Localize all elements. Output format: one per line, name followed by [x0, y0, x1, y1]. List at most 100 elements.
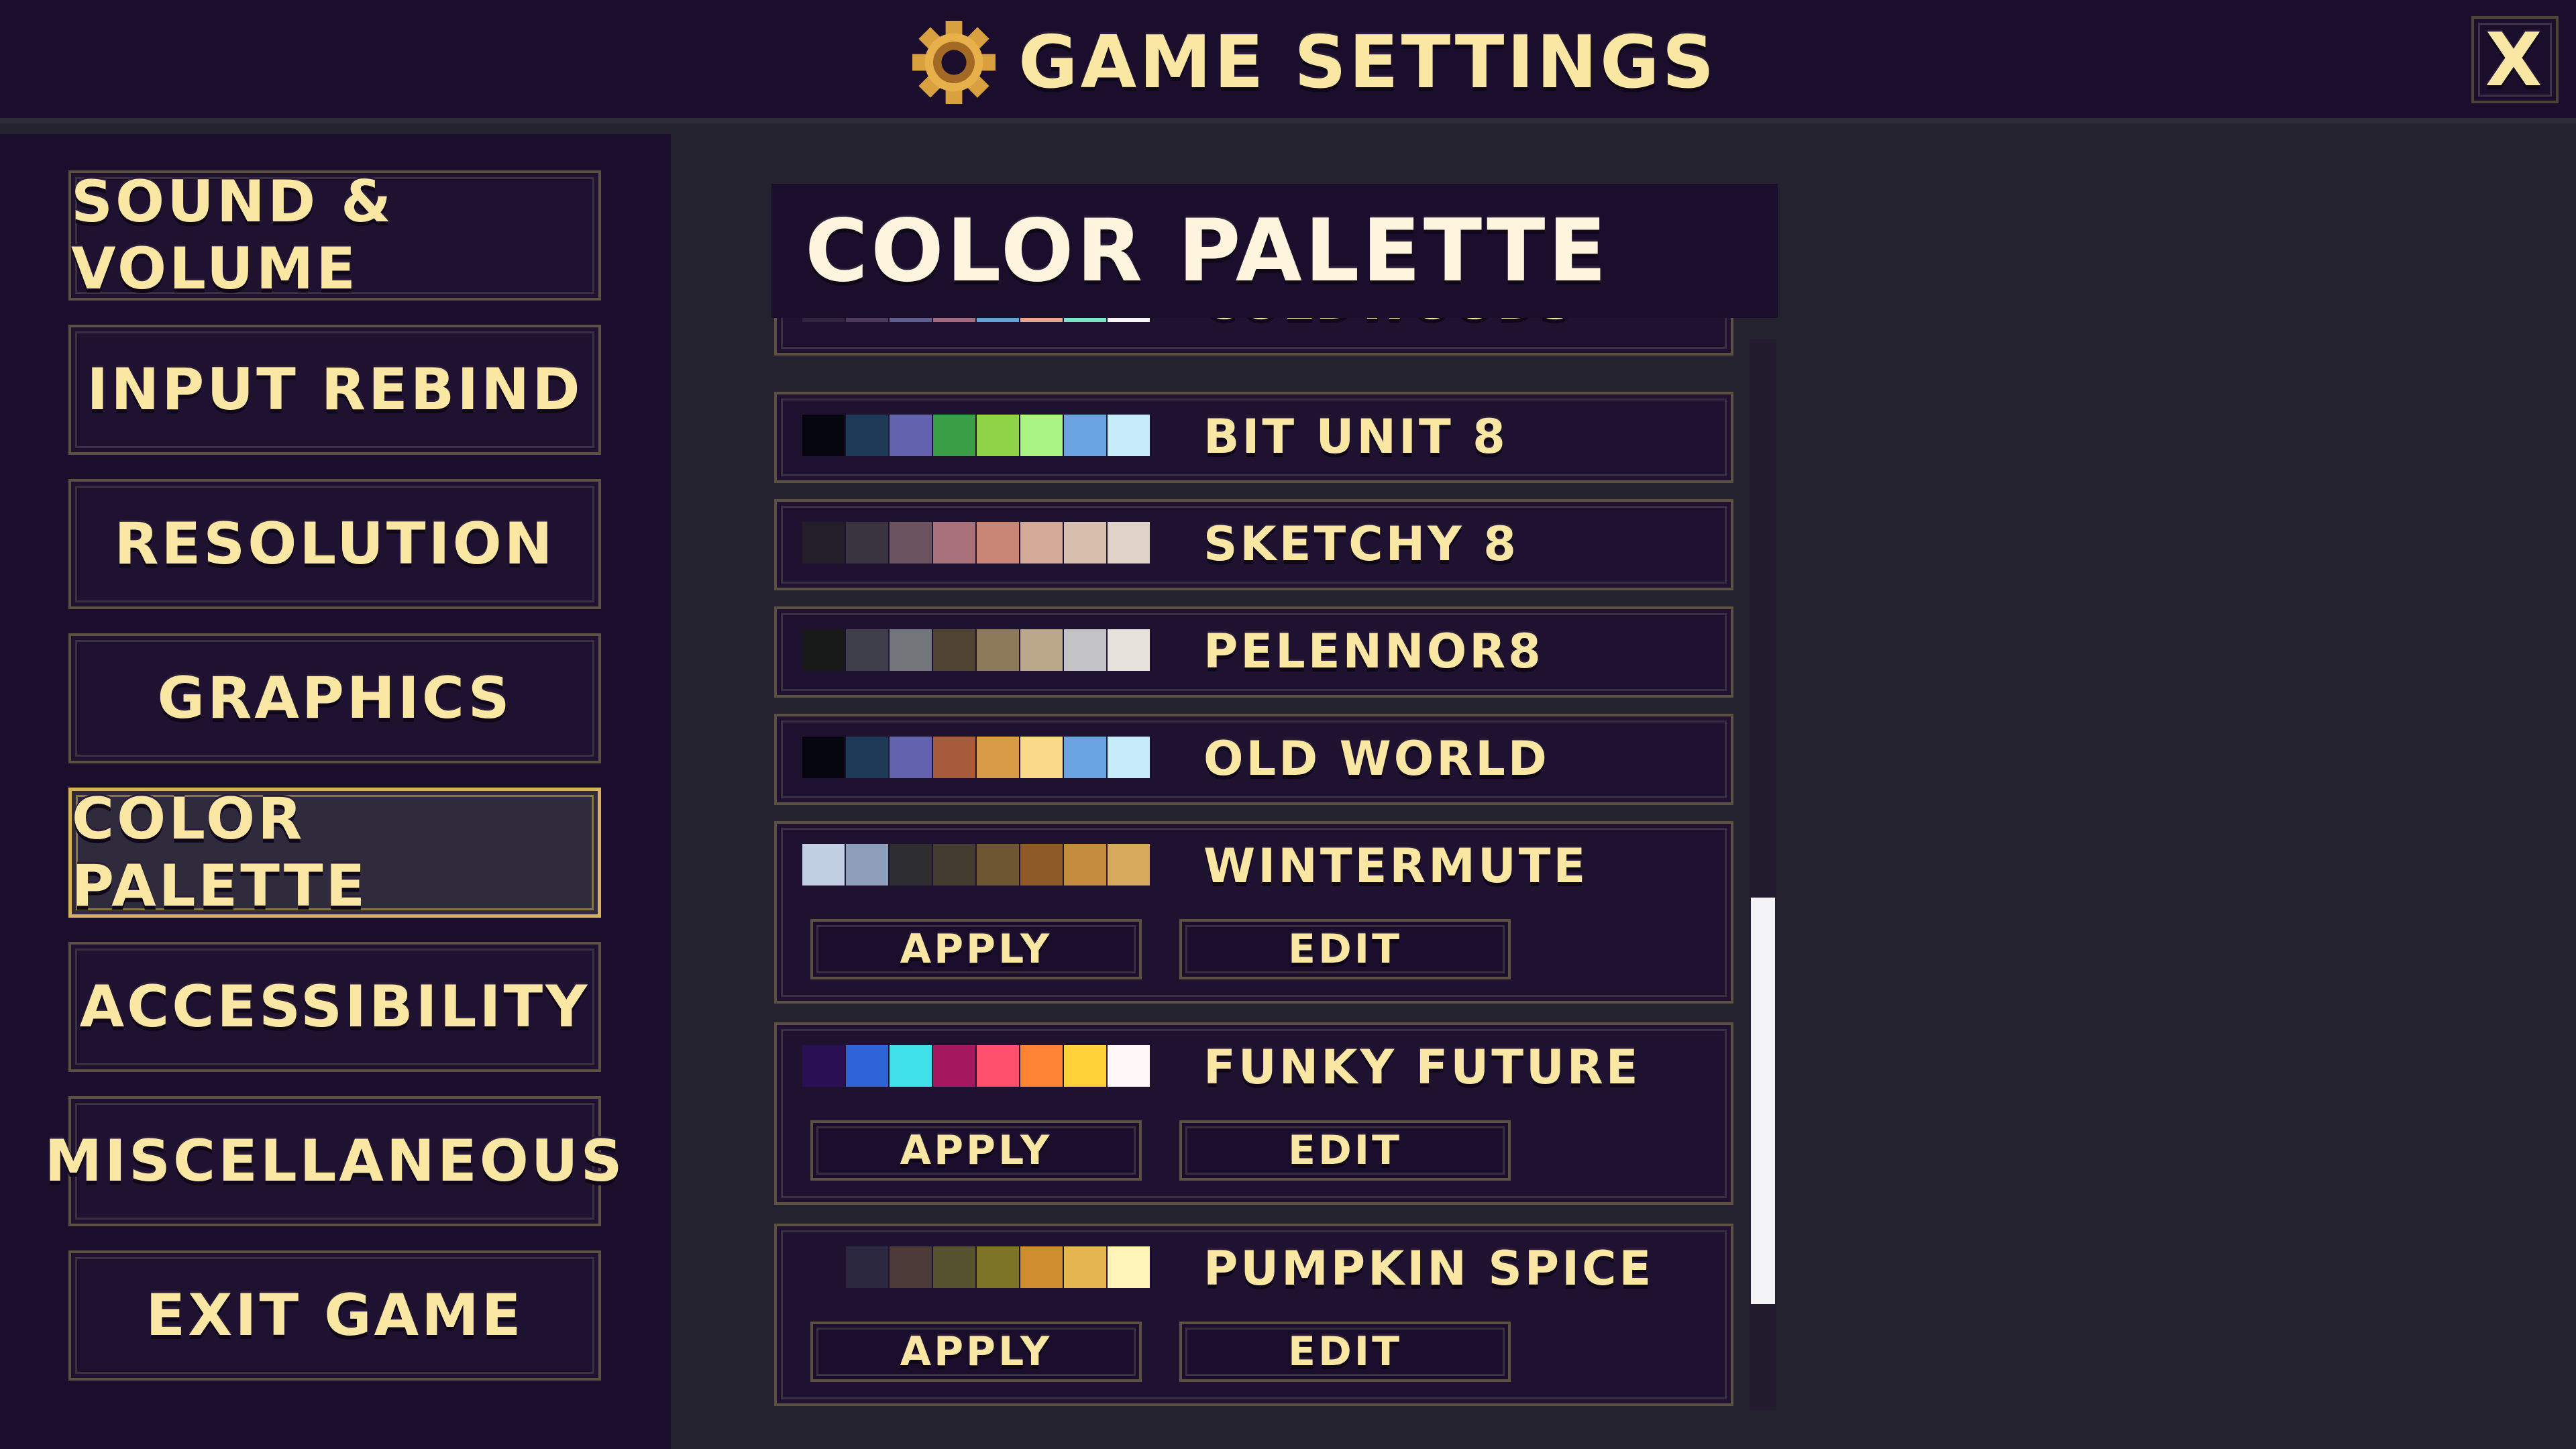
sidebar-item-label: INPUT REBIND	[87, 356, 583, 423]
sidebar-item-miscellaneous[interactable]: MISCELLANEOUS	[44, 1096, 623, 1226]
color-swatch	[1064, 737, 1106, 778]
color-swatch	[977, 1045, 1019, 1087]
palette-card[interactable]: OLD WORLD	[774, 714, 1733, 805]
color-swatch	[802, 1246, 845, 1288]
apply-button-label: APPLY	[900, 1328, 1053, 1375]
color-swatch	[933, 415, 975, 456]
sidebar-item-color-palette[interactable]: COLOR PALETTE	[68, 786, 601, 920]
color-swatch	[1108, 737, 1150, 778]
palette-swatches	[802, 415, 1151, 456]
sidebar-item-label: GRAPHICS	[157, 665, 513, 732]
color-swatch	[1064, 1246, 1106, 1288]
sidebar-item-label: ACCESSIBILITY	[79, 973, 590, 1040]
color-swatch	[890, 1045, 932, 1087]
sidebar-item-input-rebind[interactable]: INPUT REBIND	[68, 325, 601, 455]
color-swatch	[846, 1045, 888, 1087]
color-swatch	[1064, 522, 1106, 564]
edit-button-label: EDIT	[1287, 1328, 1403, 1375]
gear-icon	[912, 21, 996, 104]
color-swatch	[1064, 415, 1106, 456]
palette-name: COLDWOODS	[1203, 318, 1575, 330]
sidebar-item-graphics[interactable]: GRAPHICS	[68, 633, 601, 763]
color-swatch	[977, 415, 1019, 456]
color-swatch	[933, 1246, 975, 1288]
edit-button-label: EDIT	[1287, 926, 1403, 973]
color-swatch	[1020, 318, 1063, 322]
palette-card[interactable]: PUMPKIN SPICE APPLY EDIT	[774, 1224, 1733, 1406]
color-swatch	[1064, 629, 1106, 671]
color-swatch	[977, 318, 1019, 322]
color-swatch	[846, 1246, 888, 1288]
palette-swatches	[802, 844, 1151, 885]
color-swatch	[890, 522, 932, 564]
color-swatch	[1020, 844, 1063, 885]
palette-swatches	[802, 522, 1151, 564]
color-swatch	[1020, 415, 1063, 456]
sidebar-item-exit-game[interactable]: EXIT GAME	[68, 1250, 601, 1381]
palette-swatches	[802, 318, 1151, 322]
color-swatch	[802, 737, 845, 778]
scrollbar-thumb[interactable]	[1751, 898, 1775, 1304]
color-swatch	[977, 737, 1019, 778]
color-swatch	[933, 844, 975, 885]
palette-card[interactable]: COLDWOODS	[774, 318, 1733, 356]
sidebar: SOUND & VOLUME INPUT REBIND RESOLUTION G…	[0, 134, 671, 1449]
color-swatch	[1064, 318, 1106, 322]
color-swatch	[802, 844, 845, 885]
sidebar-item-resolution[interactable]: RESOLUTION	[68, 479, 601, 609]
apply-button[interactable]: APPLY	[810, 1120, 1142, 1181]
sidebar-item-label: SOUND & VOLUME	[71, 168, 394, 303]
palette-card[interactable]: BIT UNIT 8	[774, 392, 1733, 483]
palette-swatches	[802, 737, 1151, 778]
apply-button[interactable]: APPLY	[810, 1322, 1142, 1382]
edit-button[interactable]: EDIT	[1179, 1120, 1511, 1181]
color-swatch	[890, 629, 932, 671]
palette-card[interactable]: PELENNOR8	[774, 606, 1733, 698]
color-swatch	[1108, 1045, 1150, 1087]
palette-name: OLD WORLD	[1203, 731, 1550, 786]
close-button[interactable]: X	[2471, 16, 2559, 103]
color-swatch	[802, 629, 845, 671]
color-swatch	[890, 737, 932, 778]
color-swatch	[802, 415, 845, 456]
edit-button[interactable]: EDIT	[1179, 919, 1511, 979]
color-swatch	[1020, 1246, 1063, 1288]
color-swatch	[846, 629, 888, 671]
color-swatch	[846, 415, 888, 456]
palette-card[interactable]: FUNKY FUTURE APPLY EDIT	[774, 1022, 1733, 1205]
edit-button[interactable]: EDIT	[1179, 1322, 1511, 1382]
page-title: GAME SETTINGS	[1018, 20, 1717, 105]
color-swatch	[933, 522, 975, 564]
sidebar-item-accessibility[interactable]: ACCESSIBILITY	[68, 942, 601, 1072]
palette-name: PELENNOR8	[1203, 624, 1544, 679]
color-swatch	[890, 318, 932, 322]
palette-name: SKETCHY 8	[1203, 517, 1519, 572]
color-swatch	[1020, 1045, 1063, 1087]
color-swatch	[933, 1045, 975, 1087]
color-swatch	[977, 844, 1019, 885]
apply-button[interactable]: APPLY	[810, 919, 1142, 979]
sidebar-item-label: RESOLUTION	[114, 511, 555, 578]
edit-button-label: EDIT	[1287, 1127, 1403, 1174]
palette-card[interactable]: WINTERMUTE APPLY EDIT	[774, 821, 1733, 1004]
palette-list: COLDWOODS BIT UNIT 8 SKETCHY 8 PELENNOR8…	[771, 318, 1778, 1411]
color-swatch	[802, 522, 845, 564]
close-icon: X	[2485, 17, 2545, 103]
color-swatch	[846, 844, 888, 885]
color-swatch	[890, 844, 932, 885]
palette-swatches	[802, 1045, 1151, 1087]
color-swatch	[933, 318, 975, 322]
color-swatch	[1020, 737, 1063, 778]
color-swatch	[977, 1246, 1019, 1288]
color-swatch	[933, 629, 975, 671]
color-swatch	[1064, 1045, 1106, 1087]
sidebar-item-label: EXIT GAME	[146, 1282, 524, 1349]
palette-card[interactable]: SKETCHY 8	[774, 499, 1733, 590]
color-swatch	[890, 415, 932, 456]
color-swatch	[977, 629, 1019, 671]
color-swatch	[1108, 1246, 1150, 1288]
color-swatch	[1020, 629, 1063, 671]
sidebar-item-sound-volume[interactable]: SOUND & VOLUME	[68, 168, 601, 303]
color-swatch	[933, 737, 975, 778]
color-swatch	[890, 1246, 932, 1288]
